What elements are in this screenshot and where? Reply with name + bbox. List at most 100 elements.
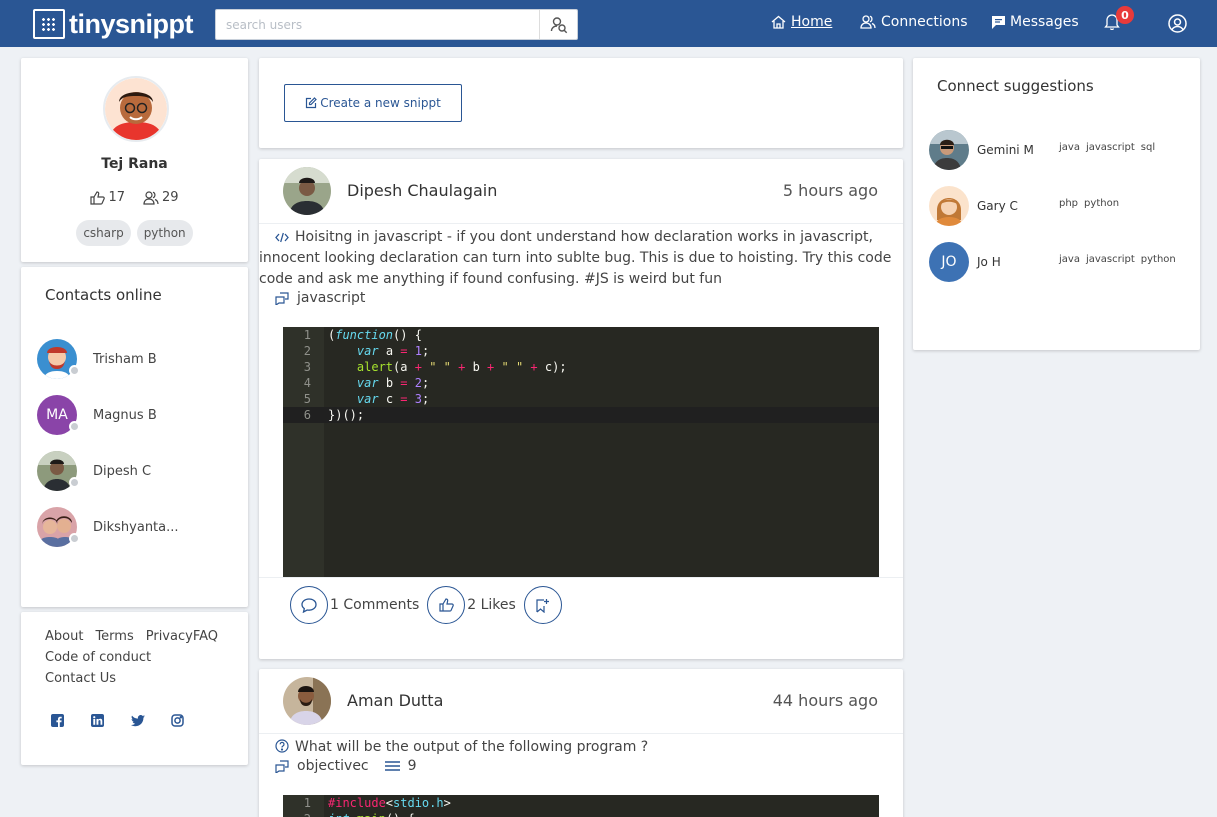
contact-item[interactable]: Trisham B xyxy=(37,339,157,379)
footer-link-about[interactable]: About xyxy=(45,626,83,647)
post-card: Aman Dutta 44 hours ago What will be the… xyxy=(259,669,903,817)
footer-link-code-of-conduct[interactable]: Code of conduct xyxy=(45,647,151,668)
code-line: 1 (function() { xyxy=(303,328,422,342)
post-text: What will be the output of the following… xyxy=(295,739,649,755)
nav-messages-label: Messages xyxy=(1010,14,1079,30)
contact-name: Magnus B xyxy=(93,407,157,423)
like-count[interactable]: 2 Likes xyxy=(467,597,516,613)
nav-connections[interactable]: Connections xyxy=(860,14,968,30)
post-language: objectivec 9 xyxy=(275,758,417,774)
facebook-link[interactable] xyxy=(51,712,64,731)
footer-link-terms[interactable]: Terms xyxy=(95,626,133,647)
suggestion-name: Gary C xyxy=(977,199,1018,213)
language-icon xyxy=(275,291,289,305)
nav-home[interactable]: Home xyxy=(771,14,832,30)
question-icon xyxy=(275,739,289,753)
create-snippet-button[interactable]: Create a new snippt xyxy=(284,84,462,122)
language-label[interactable]: javascript xyxy=(297,290,365,306)
contact-item[interactable]: Dikshyanta... xyxy=(37,507,179,547)
profile-tags: csharp python xyxy=(21,220,248,246)
options-count: 9 xyxy=(407,758,417,774)
skill-tag: python xyxy=(1084,197,1120,209)
post-author-avatar[interactable] xyxy=(283,167,331,215)
code-line: 4 var b = 2; xyxy=(303,376,430,390)
twitter-link[interactable] xyxy=(131,712,145,731)
search-user-button[interactable] xyxy=(539,10,577,39)
code-editor[interactable]: 1#include<stdio.h> 2int main() { xyxy=(283,795,879,817)
skill-tag: javascript xyxy=(1085,253,1135,265)
suggestion-item[interactable]: JO Jo H java javascript python xyxy=(929,242,1189,282)
post-author-name[interactable]: Aman Dutta xyxy=(347,691,443,710)
footer-link-faq[interactable]: FAQ xyxy=(193,626,218,647)
logo-text: tinysnippt xyxy=(69,8,194,39)
thumbs-up-icon xyxy=(439,598,454,612)
skill-tag: java xyxy=(1059,253,1080,265)
connect-suggestions-card: Connect suggestions Gemini M java javasc… xyxy=(913,58,1200,350)
suggestion-item[interactable]: Gemini M java javascript sql xyxy=(929,130,1189,170)
code-line: 2int main() { xyxy=(283,811,879,817)
create-snippet-card: Create a new snippt xyxy=(259,58,903,148)
connections-icon xyxy=(860,15,876,29)
code-line: 3 alert(a + " " + b + " " + c); xyxy=(303,360,567,374)
skill-tag: java xyxy=(1059,141,1080,153)
edit-icon xyxy=(306,97,318,109)
suggestion-name: Jo H xyxy=(977,255,1001,269)
bookmark-button[interactable] xyxy=(523,586,562,624)
logo[interactable]: tinysnippt xyxy=(33,8,194,40)
linkedin-link[interactable] xyxy=(91,712,104,731)
skill-tag: sql xyxy=(1140,141,1156,153)
contact-name: Dikshyanta... xyxy=(93,519,179,535)
comment-count[interactable]: 1 Comments xyxy=(330,597,419,613)
suggestion-skills: php python xyxy=(1059,198,1119,209)
account-menu-button[interactable] xyxy=(1168,14,1187,37)
post-text: Hoisitng in javascript - if you dont und… xyxy=(259,229,892,287)
search-input[interactable] xyxy=(226,15,526,35)
post-description: Hoisitng in javascript - if you dont und… xyxy=(259,227,895,290)
user-circle-icon xyxy=(1168,14,1187,33)
instagram-link[interactable] xyxy=(171,712,184,731)
avatar-image xyxy=(105,78,167,140)
like-button[interactable] xyxy=(427,586,466,624)
suggestion-name: Gemini M xyxy=(977,143,1034,157)
post-time: 44 hours ago xyxy=(772,691,878,710)
profile-avatar[interactable] xyxy=(103,76,169,142)
profile-stats: 17 29 xyxy=(21,190,248,205)
comment-button[interactable] xyxy=(290,586,328,624)
profile-tag[interactable]: python xyxy=(136,220,193,246)
post-actions: 1 Comments 2 Likes xyxy=(290,586,562,624)
post-card: Dipesh Chaulagain 5 hours ago Hoisitng i… xyxy=(259,159,903,659)
bookmark-add-icon xyxy=(536,598,550,613)
contact-item[interactable]: MA Magnus B xyxy=(37,395,157,435)
nav-messages[interactable]: Messages xyxy=(992,14,1079,30)
skill-tag: php xyxy=(1059,197,1079,209)
post-time: 5 hours ago xyxy=(782,181,878,200)
post-author-avatar[interactable] xyxy=(283,677,331,725)
search-user-icon xyxy=(550,16,567,33)
twitter-icon xyxy=(131,715,145,727)
contact-name: Dipesh C xyxy=(93,463,152,479)
post-author-name[interactable]: Dipesh Chaulagain xyxy=(347,181,497,200)
divider xyxy=(259,223,903,224)
suggestions-title: Connect suggestions xyxy=(937,77,1094,95)
avatar xyxy=(929,130,969,170)
code-line: 5 var c = 3; xyxy=(303,392,430,406)
contacts-title: Contacts online xyxy=(45,286,162,304)
avatar xyxy=(929,186,969,226)
contacts-online-card: Contacts online Trisham B MA Magnus B Di… xyxy=(21,267,248,607)
likes-stat: 17 xyxy=(90,190,125,205)
suggestion-item[interactable]: Gary C php python xyxy=(929,186,1189,226)
code-editor[interactable]: 1 (function() { 2 var a = 1; 3 alert(a + … xyxy=(283,327,879,577)
code-icon xyxy=(275,232,289,243)
footer-link-contact-us[interactable]: Contact Us xyxy=(45,668,116,689)
suggestion-skills: java javascript sql xyxy=(1059,142,1155,153)
post-description: What will be the output of the following… xyxy=(259,737,895,758)
contact-item[interactable]: Dipesh C xyxy=(37,451,151,491)
code-line: 2 var a = 1; xyxy=(303,344,430,358)
divider xyxy=(259,577,903,578)
connections-count: 29 xyxy=(162,190,179,205)
language-label[interactable]: objectivec xyxy=(297,758,369,774)
notification-badge: 0 xyxy=(1116,6,1134,24)
profile-tag[interactable]: csharp xyxy=(76,220,131,246)
footer-link-privacy[interactable]: Privacy xyxy=(146,626,193,647)
nav-home-label: Home xyxy=(791,14,833,30)
